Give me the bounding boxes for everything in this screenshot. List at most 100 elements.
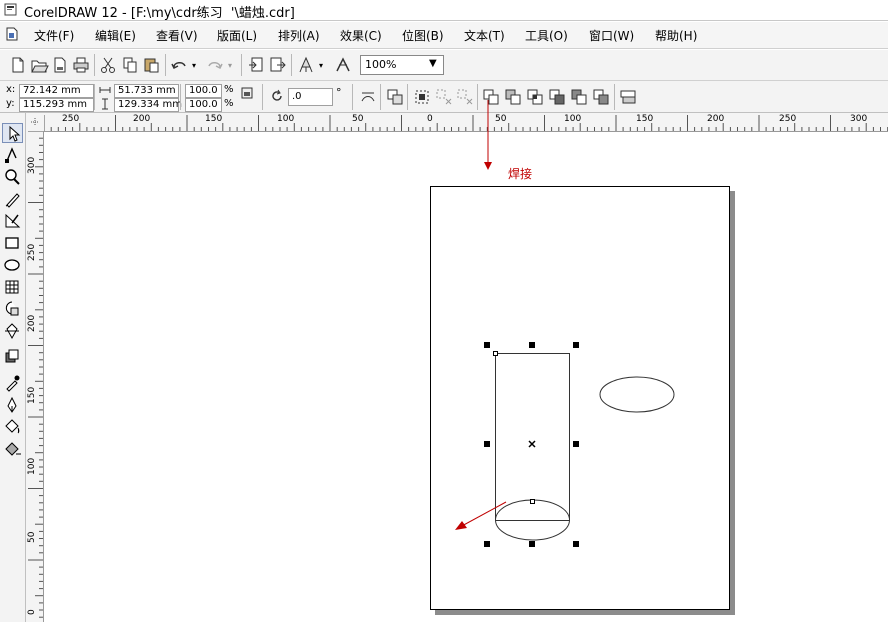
title-bar: CorelDRAW 12 - [F:\my\cdr练习 '\蜡烛.cdr] (0, 0, 888, 21)
hruler-label: 0 (427, 114, 433, 124)
toolbar-separator (241, 54, 242, 76)
vruler-label: 0 (27, 609, 37, 615)
front-minus-back-icon[interactable] (569, 87, 589, 107)
shape-tool-icon[interactable] (2, 145, 23, 165)
toolbar-separator (165, 54, 166, 76)
freehand-tool-icon[interactable] (2, 189, 23, 209)
vruler-label: 300 (27, 156, 37, 174)
hruler-label: 100 (564, 114, 582, 124)
drawing-canvas[interactable]: 焊接 (44, 132, 888, 622)
hruler-label: 200 (133, 114, 151, 124)
save-icon[interactable] (50, 55, 70, 75)
print-icon[interactable] (71, 55, 91, 75)
y-position-field[interactable]: 115.293 mm (19, 98, 94, 112)
chevron-down-icon[interactable]: ▼ (429, 58, 437, 69)
hruler-label: 200 (707, 114, 725, 124)
lock-ratio-icon[interactable] (240, 86, 254, 103)
group-icon[interactable] (385, 87, 405, 107)
undo-icon[interactable] (169, 55, 189, 75)
text-tool-icon[interactable] (2, 321, 23, 341)
menu-help[interactable]: 帮助(H) (655, 27, 697, 44)
copy-icon[interactable] (120, 55, 140, 75)
vruler-label: 250 (27, 243, 37, 261)
node-marker[interactable] (530, 499, 535, 504)
rotate-icon (270, 89, 284, 106)
menu-layout[interactable]: 版面(L) (217, 27, 257, 44)
object-height-field[interactable]: 129.334 mm (114, 98, 182, 112)
ruler-origin-icon (31, 118, 39, 126)
menu-arrange[interactable]: 排列(A) (278, 27, 320, 44)
corel-online-icon[interactable] (333, 55, 353, 75)
ungroup-icon[interactable] (412, 87, 432, 107)
fill-tool-icon[interactable] (2, 417, 23, 437)
scale-x-field[interactable]: 100.0 (185, 84, 222, 98)
eyedropper-tool-icon[interactable] (2, 373, 23, 393)
menu-effects[interactable]: 效果(C) (340, 27, 382, 44)
redo-icon[interactable] (205, 55, 225, 75)
width-icon (99, 84, 111, 99)
toolbox (0, 113, 26, 622)
basic-shapes-tool-icon[interactable] (2, 299, 23, 319)
pick-tool-icon[interactable] (2, 123, 23, 143)
simplify-icon[interactable] (547, 87, 567, 107)
mirror-icon[interactable] (358, 87, 378, 107)
toolbar-separator (407, 84, 408, 110)
graph-paper-tool-icon[interactable] (2, 277, 23, 297)
hruler-label: 150 (205, 114, 223, 124)
menu-view[interactable]: 查看(V) (156, 27, 198, 44)
horizontal-ruler[interactable]: 250 200 150 100 50 0 50 100 150 200 250 … (44, 113, 888, 132)
combine-icon[interactable] (455, 87, 475, 107)
percent-label-x: % (224, 84, 234, 95)
height-icon (99, 98, 111, 113)
ungroup-all-icon[interactable] (434, 87, 454, 107)
menu-window[interactable]: 窗口(W) (589, 27, 634, 44)
intersect-icon[interactable] (525, 87, 545, 107)
hruler-label: 50 (495, 114, 507, 124)
vruler-label: 100 (27, 457, 37, 475)
node-marker[interactable] (493, 351, 498, 356)
smart-drawing-tool-icon[interactable] (2, 211, 23, 231)
zoom-level-select[interactable]: 100% ▼ (360, 55, 444, 75)
document-page[interactable] (430, 186, 730, 610)
menu-file[interactable]: 文件(F) (34, 27, 74, 44)
interactive-fill-tool-icon[interactable] (2, 439, 23, 459)
application-launcher-icon[interactable] (296, 55, 316, 75)
menu-tools[interactable]: 工具(O) (525, 27, 568, 44)
outline-pen-tool-icon[interactable] (2, 395, 23, 415)
import-icon[interactable] (246, 55, 266, 75)
rotation-angle-field[interactable]: .0 (288, 88, 333, 106)
create-boundary-icon[interactable] (618, 87, 638, 107)
new-icon[interactable] (8, 55, 28, 75)
rectangle-tool-icon[interactable] (2, 233, 23, 253)
ellipse-tool-icon[interactable] (2, 255, 23, 275)
scale-y-field[interactable]: 100.0 (185, 98, 222, 112)
toolbar-separator (180, 84, 181, 110)
vertical-ruler[interactable]: 300 250 200 150 100 50 0 (26, 131, 44, 622)
toolbar-separator (94, 84, 95, 110)
hruler-label: 300 (850, 114, 868, 124)
zoom-tool-icon[interactable] (2, 167, 23, 187)
menu-edit[interactable]: 编辑(E) (95, 27, 136, 44)
zoom-level-value: 100% (365, 58, 397, 71)
trim-icon[interactable] (503, 87, 523, 107)
property-bar: x: 72.142 mm y: 115.293 mm 51.733 mm 129… (0, 81, 888, 113)
document-icon[interactable] (5, 27, 19, 44)
paste-icon[interactable] (142, 55, 162, 75)
back-minus-front-icon[interactable] (591, 87, 611, 107)
export-icon[interactable] (268, 55, 288, 75)
ruler-origin[interactable] (26, 113, 45, 132)
launcher-dropdown-icon[interactable]: ▾ (319, 61, 323, 70)
menu-text[interactable]: 文本(T) (464, 27, 505, 44)
hruler-label: 250 (62, 114, 80, 124)
weld-annotation-label: 焊接 (508, 167, 533, 181)
menu-bitmaps[interactable]: 位图(B) (402, 27, 444, 44)
candle-top-ellipse[interactable] (599, 376, 675, 413)
x-position-field[interactable]: 72.142 mm (19, 84, 94, 98)
open-icon[interactable] (29, 55, 49, 75)
redo-dropdown-icon[interactable]: ▾ (228, 61, 232, 70)
hruler-label: 50 (352, 114, 364, 124)
undo-dropdown-icon[interactable]: ▾ (192, 61, 196, 70)
cut-icon[interactable] (98, 55, 118, 75)
interactive-blend-tool-icon[interactable] (2, 347, 23, 367)
object-width-field[interactable]: 51.733 mm (114, 84, 179, 98)
